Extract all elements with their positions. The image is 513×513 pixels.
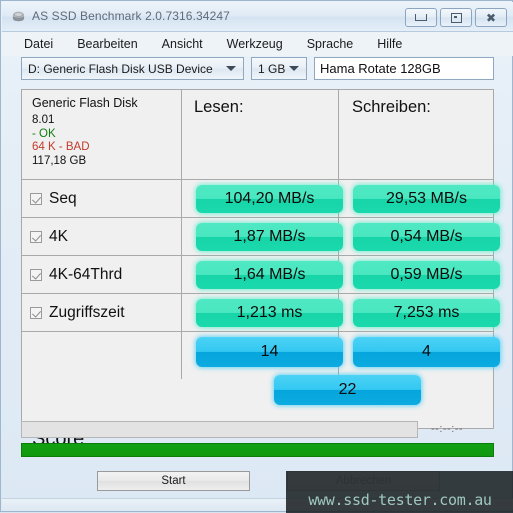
completion-bar bbox=[21, 443, 494, 457]
chevron-down-icon bbox=[289, 66, 299, 71]
close-icon: ✖ bbox=[485, 10, 497, 25]
row-checkbox-4k-64thrd[interactable]: 4K-64Thrd bbox=[30, 256, 122, 293]
menu-item-bearbeiten[interactable]: Bearbeiten bbox=[77, 37, 137, 51]
start-button[interactable]: Start bbox=[97, 471, 250, 491]
column-header-read: Lesen: bbox=[194, 98, 244, 116]
size-select-value: 1 GB bbox=[258, 61, 286, 76]
close-button[interactable]: ✖ bbox=[475, 8, 507, 27]
result-4k-64thrd-write: 0,59 MB/s bbox=[353, 261, 500, 289]
menu-bar: Datei Bearbeiten Ansicht Werkzeug Sprach… bbox=[2, 32, 513, 56]
hard-disk-icon bbox=[12, 11, 25, 22]
result-4k-read: 1,87 MB/s bbox=[196, 223, 343, 251]
column-header-write: Schreiben: bbox=[352, 98, 431, 116]
disk-status: - OK bbox=[32, 127, 56, 140]
chevron-down-icon bbox=[226, 66, 236, 71]
device-name-input[interactable]: Hama Rotate 128GB bbox=[314, 57, 494, 80]
menu-item-sprache[interactable]: Sprache bbox=[307, 37, 354, 51]
menu-item-datei[interactable]: Datei bbox=[24, 37, 53, 51]
size-select[interactable]: 1 GB bbox=[251, 57, 307, 80]
drive-select[interactable]: D: Generic Flash Disk USB Device bbox=[21, 57, 244, 80]
disk-info-panel: Generic Flash Disk 8.01 - OK 64 K - BAD … bbox=[32, 96, 177, 168]
row-checkbox-seq[interactable]: Seq bbox=[30, 180, 77, 217]
grid-divider-horizontal bbox=[22, 217, 493, 218]
menu-item-ansicht[interactable]: Ansicht bbox=[162, 37, 203, 51]
menu-item-werkzeug[interactable]: Werkzeug bbox=[227, 37, 283, 51]
result-seq-write: 29,53 MB/s bbox=[353, 185, 500, 213]
disk-alignment: 64 K - BAD bbox=[32, 141, 90, 153]
checkbox-checked-icon[interactable] bbox=[30, 230, 42, 243]
app-window: AS SSD Benchmark 2.0.7316.34247 ✖ Datei … bbox=[0, 0, 513, 513]
row-label-4k: 4K bbox=[49, 227, 68, 245]
row-label-seq: Seq bbox=[49, 189, 77, 207]
result-zugriffszeit-read: 1,213 ms bbox=[196, 299, 343, 327]
row-label-4k-64thrd: 4K-64Thrd bbox=[49, 265, 123, 283]
disk-firmware: 8.01 bbox=[32, 114, 55, 126]
checkbox-checked-icon[interactable] bbox=[30, 192, 42, 205]
score-total: 22 bbox=[274, 375, 421, 405]
grid-divider-horizontal bbox=[22, 331, 493, 332]
menu-item-hilfe[interactable]: Hilfe bbox=[377, 37, 402, 51]
title-bar: AS SSD Benchmark 2.0.7316.34247 ✖ bbox=[2, 2, 513, 32]
score-write: 4 bbox=[353, 337, 500, 367]
watermark-text: www.ssd-tester.com.au bbox=[308, 491, 492, 509]
progress-bar bbox=[21, 421, 418, 438]
checkbox-checked-icon[interactable] bbox=[30, 268, 42, 281]
watermark-overlay: www.ssd-tester.com.au bbox=[286, 471, 513, 513]
disk-capacity: 117,18 GB bbox=[32, 154, 87, 167]
result-seq-read: 104,20 MB/s bbox=[196, 185, 343, 213]
device-name-value: Hama Rotate 128GB bbox=[320, 61, 441, 76]
row-checkbox-zugriffszeit[interactable]: Zugriffszeit bbox=[30, 294, 125, 331]
restore-icon bbox=[450, 12, 462, 23]
score-read: 14 bbox=[196, 337, 343, 367]
grid-divider-vertical bbox=[181, 90, 182, 379]
window-title: AS SSD Benchmark 2.0.7316.34247 bbox=[32, 9, 230, 23]
drive-select-value: D: Generic Flash Disk USB Device bbox=[28, 61, 213, 76]
result-zugriffszeit-write: 7,253 ms bbox=[353, 299, 500, 327]
window-controls: ✖ bbox=[405, 8, 507, 27]
toolbar: D: Generic Flash Disk USB Device 1 GB Ha… bbox=[1, 57, 513, 83]
elapsed-timer: --:--:-- bbox=[431, 423, 464, 435]
disk-model: Generic Flash Disk bbox=[32, 96, 138, 110]
row-checkbox-4k[interactable]: 4K bbox=[30, 218, 68, 255]
results-grid: Generic Flash Disk 8.01 - OK 64 K - BAD … bbox=[21, 89, 500, 450]
grid-divider-horizontal bbox=[22, 179, 493, 180]
result-4k-write: 0,54 MB/s bbox=[353, 223, 500, 251]
checkbox-checked-icon[interactable] bbox=[30, 306, 42, 319]
minimize-icon bbox=[415, 14, 427, 21]
restore-button[interactable] bbox=[440, 8, 472, 27]
minimize-button[interactable] bbox=[405, 8, 437, 27]
row-label-zugriffszeit: Zugriffszeit bbox=[49, 303, 125, 321]
result-4k-64thrd-read: 1,64 MB/s bbox=[196, 261, 343, 289]
